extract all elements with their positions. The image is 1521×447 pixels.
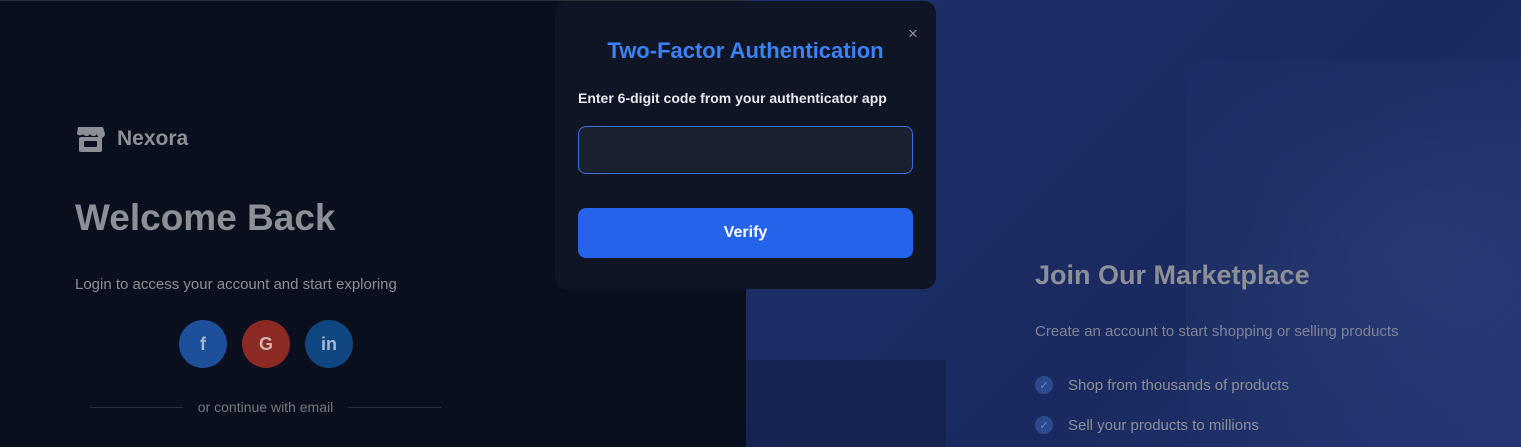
marketing-subtitle: Create an account to start shopping or s… xyxy=(1035,323,1399,340)
brand-name: Nexora xyxy=(117,126,189,150)
page-subtitle: Login to access your account and start e… xyxy=(75,276,397,293)
background-image-shade xyxy=(746,360,946,447)
check-circle-icon: ✓ xyxy=(1035,376,1053,394)
code-input[interactable] xyxy=(578,126,913,174)
linkedin-login-button[interactable]: in xyxy=(305,320,353,368)
feature-label: Shop from thousands of products xyxy=(1068,376,1289,394)
facebook-icon: f xyxy=(200,333,206,354)
feature-item: ✓ Shop from thousands of products xyxy=(1035,376,1289,394)
page-title: Welcome Back xyxy=(75,197,336,238)
social-login-group: f G in xyxy=(179,320,353,368)
divider-line-right xyxy=(348,406,441,408)
close-icon[interactable]: × xyxy=(904,24,922,43)
check-circle-icon: ✓ xyxy=(1035,416,1053,434)
google-login-button[interactable]: G xyxy=(242,320,290,368)
divider-text: or continue with email xyxy=(197,399,334,415)
two-factor-modal: Two-Factor Authentication × Enter 6-digi… xyxy=(555,1,936,289)
linkedin-icon: in xyxy=(321,333,337,354)
feature-label: Sell your products to millions xyxy=(1068,416,1259,434)
facebook-login-button[interactable]: f xyxy=(179,320,227,368)
feature-item: ✓ Sell your products to millions xyxy=(1035,416,1259,434)
brand: Nexora xyxy=(75,123,188,154)
marketing-title: Join Our Marketplace xyxy=(1035,260,1310,290)
store-icon xyxy=(77,127,105,152)
modal-title: Two-Factor Authentication xyxy=(607,38,884,63)
verify-button[interactable]: Verify xyxy=(578,208,913,258)
login-page: Nexora Welcome Back Login to access your… xyxy=(0,0,1521,447)
code-label: Enter 6-digit code from your authenticat… xyxy=(578,90,887,106)
email-divider: or continue with email xyxy=(90,399,441,415)
google-icon: G xyxy=(258,333,273,354)
divider-line-left xyxy=(90,406,183,408)
